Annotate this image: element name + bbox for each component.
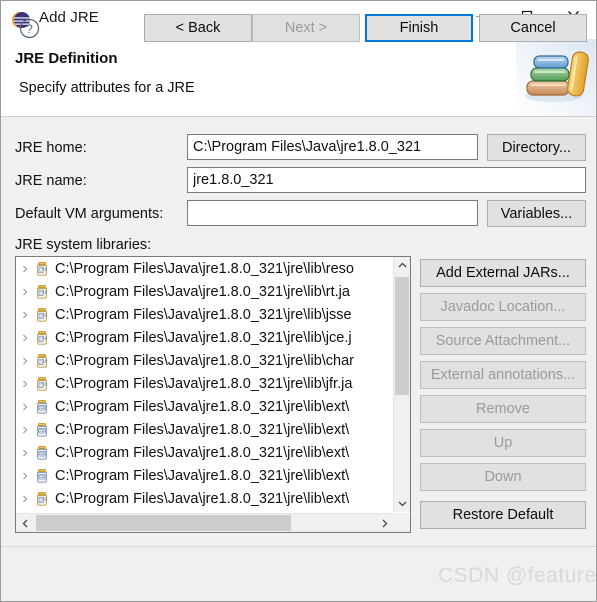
chevron-right-icon[interactable]: [16, 257, 34, 280]
svg-text:10: 10: [43, 496, 48, 501]
help-icon[interactable]: ?: [19, 18, 40, 39]
library-action-remove-button: Remove: [420, 395, 586, 423]
vertical-scroll-thumb[interactable]: [395, 277, 409, 395]
tree-row[interactable]: 10 C:\Program Files\Java\jre1.8.0_321\jre…: [16, 487, 393, 510]
library-action-down-button: Down: [420, 463, 586, 491]
tree-row[interactable]: 010 C:\Program Files\Java\jre1.8.0_321\jr…: [16, 441, 393, 464]
jre-name-input[interactable]: [187, 167, 586, 193]
system-libraries-tree[interactable]: 10 C:\Program Files\Java\jre1.8.0_321\jre…: [15, 256, 411, 533]
tree-row-label: C:\Program Files\Java\jre1.8.0_321\jre\l…: [55, 283, 350, 300]
chevron-right-icon[interactable]: [16, 349, 34, 372]
svg-text:10: 10: [43, 358, 48, 363]
tree-row[interactable]: 010 C:\Program Files\Java\jre1.8.0_321\jr…: [16, 464, 393, 487]
tree-row[interactable]: 10 C:\Program Files\Java\jre1.8.0_321\jre…: [16, 280, 393, 303]
jar-icon: 010: [34, 422, 50, 438]
svg-text:010: 010: [39, 405, 47, 410]
tree-row-label: C:\Program Files\Java\jre1.8.0_321\jre\l…: [55, 490, 350, 507]
vm-arguments-input[interactable]: [187, 200, 478, 226]
tree-row-label: C:\Program Files\Java\jre1.8.0_321\jre\l…: [55, 444, 350, 461]
scroll-up-arrow-icon[interactable]: [394, 257, 410, 274]
chevron-right-icon[interactable]: [16, 395, 34, 418]
chevron-right-icon[interactable]: [16, 418, 34, 441]
add-jre-dialog: Add JRE JRE Definition Specify attribute…: [0, 0, 597, 602]
scroll-right-arrow-icon[interactable]: [375, 514, 393, 532]
vertical-scrollbar[interactable]: [393, 257, 410, 512]
next-button: Next >: [252, 14, 360, 42]
tree-row-label: C:\Program Files\Java\jre1.8.0_321\jre\l…: [55, 375, 353, 392]
jar-doc-icon: 10: [34, 376, 50, 392]
tree-row-label: C:\Program Files\Java\jre1.8.0_321\jre\l…: [55, 260, 354, 277]
jar-doc-icon: 10: [34, 261, 50, 277]
jar-doc-icon: 10: [34, 491, 50, 507]
jar-doc-icon: 10: [34, 330, 50, 346]
books-stack-image: [516, 39, 596, 116]
jre-name-label: JRE name:: [15, 173, 87, 189]
jar-icon: 010: [34, 468, 50, 484]
library-action-restore-default-button[interactable]: Restore Default: [420, 501, 586, 529]
tree-row[interactable]: 10 C:\Program Files\Java\jre1.8.0_321\jre…: [16, 372, 393, 395]
dialog-header: JRE Definition Specify attributes for a …: [1, 39, 596, 117]
library-action-up-button: Up: [420, 429, 586, 457]
back-button[interactable]: < Back: [144, 14, 252, 42]
tree-row[interactable]: 10 C:\Program Files\Java\jre1.8.0_321\jre…: [16, 257, 393, 280]
system-libraries-label: JRE system libraries:: [15, 237, 152, 253]
svg-text:10: 10: [43, 289, 48, 294]
library-action-add-external-jars-button[interactable]: Add External JARs...: [420, 259, 586, 287]
tree-row-label: C:\Program Files\Java\jre1.8.0_321\jre\l…: [55, 329, 352, 346]
jar-icon: 010: [34, 445, 50, 461]
scroll-down-arrow-icon[interactable]: [394, 495, 410, 512]
tree-row[interactable]: 10 C:\Program Files\Java\jre1.8.0_321\jre…: [16, 326, 393, 349]
jre-home-input[interactable]: [187, 134, 478, 160]
scrollbar-corner: [393, 513, 410, 532]
tree-rows-container: 10 C:\Program Files\Java\jre1.8.0_321\jre…: [16, 257, 393, 512]
tree-row-label: C:\Program Files\Java\jre1.8.0_321\jre\l…: [55, 398, 350, 415]
tree-row[interactable]: 10 C:\Program Files\Java\jre1.8.0_321\jre…: [16, 303, 393, 326]
svg-text:10: 10: [43, 335, 48, 340]
svg-text:010: 010: [39, 451, 47, 456]
tree-row[interactable]: 010 C:\Program Files\Java\jre1.8.0_321\jr…: [16, 395, 393, 418]
library-action-source-attachment-button: Source Attachment...: [420, 327, 586, 355]
jar-doc-icon: 10: [34, 284, 50, 300]
chevron-right-icon[interactable]: [16, 372, 34, 395]
svg-text:10: 10: [43, 266, 48, 271]
window-title: Add JRE: [39, 9, 99, 26]
dialog-footer: [1, 546, 596, 601]
page-description: Specify attributes for a JRE: [19, 80, 195, 96]
directory-button[interactable]: Directory...: [487, 134, 586, 161]
chevron-right-icon[interactable]: [16, 280, 34, 303]
library-action-external-annotations-button: External annotations...: [420, 361, 586, 389]
tree-row[interactable]: 010 C:\Program Files\Java\jre1.8.0_321\jr…: [16, 418, 393, 441]
horizontal-scroll-thumb[interactable]: [36, 515, 291, 531]
horizontal-scrollbar[interactable]: [16, 513, 393, 532]
cancel-button[interactable]: Cancel: [479, 14, 587, 42]
svg-text:010: 010: [39, 474, 47, 479]
tree-row[interactable]: 10 C:\Program Files\Java\jre1.8.0_321\jre…: [16, 349, 393, 372]
svg-text:?: ?: [26, 22, 33, 36]
chevron-right-icon[interactable]: [16, 487, 34, 510]
scroll-left-arrow-icon[interactable]: [16, 514, 34, 532]
chevron-right-icon[interactable]: [16, 303, 34, 326]
jre-home-label: JRE home:: [15, 140, 87, 156]
tree-row-label: C:\Program Files\Java\jre1.8.0_321\jre\l…: [55, 421, 350, 438]
page-title: JRE Definition: [15, 50, 118, 67]
svg-text:010: 010: [39, 428, 47, 433]
vm-arguments-label: Default VM arguments:: [15, 206, 164, 222]
jar-icon: 010: [34, 399, 50, 415]
svg-text:10: 10: [43, 312, 48, 317]
jar-doc-icon: 10: [34, 307, 50, 323]
jar-doc-icon: 10: [34, 353, 50, 369]
chevron-right-icon[interactable]: [16, 326, 34, 349]
chevron-right-icon[interactable]: [16, 441, 34, 464]
chevron-right-icon[interactable]: [16, 464, 34, 487]
finish-button[interactable]: Finish: [365, 14, 473, 42]
tree-row-label: C:\Program Files\Java\jre1.8.0_321\jre\l…: [55, 306, 352, 323]
library-action-javadoc-location-button: Javadoc Location...: [420, 293, 586, 321]
tree-row-label: C:\Program Files\Java\jre1.8.0_321\jre\l…: [55, 352, 354, 369]
tree-row-label: C:\Program Files\Java\jre1.8.0_321\jre\l…: [55, 467, 350, 484]
svg-text:10: 10: [43, 381, 48, 386]
variables-button[interactable]: Variables...: [487, 200, 586, 227]
